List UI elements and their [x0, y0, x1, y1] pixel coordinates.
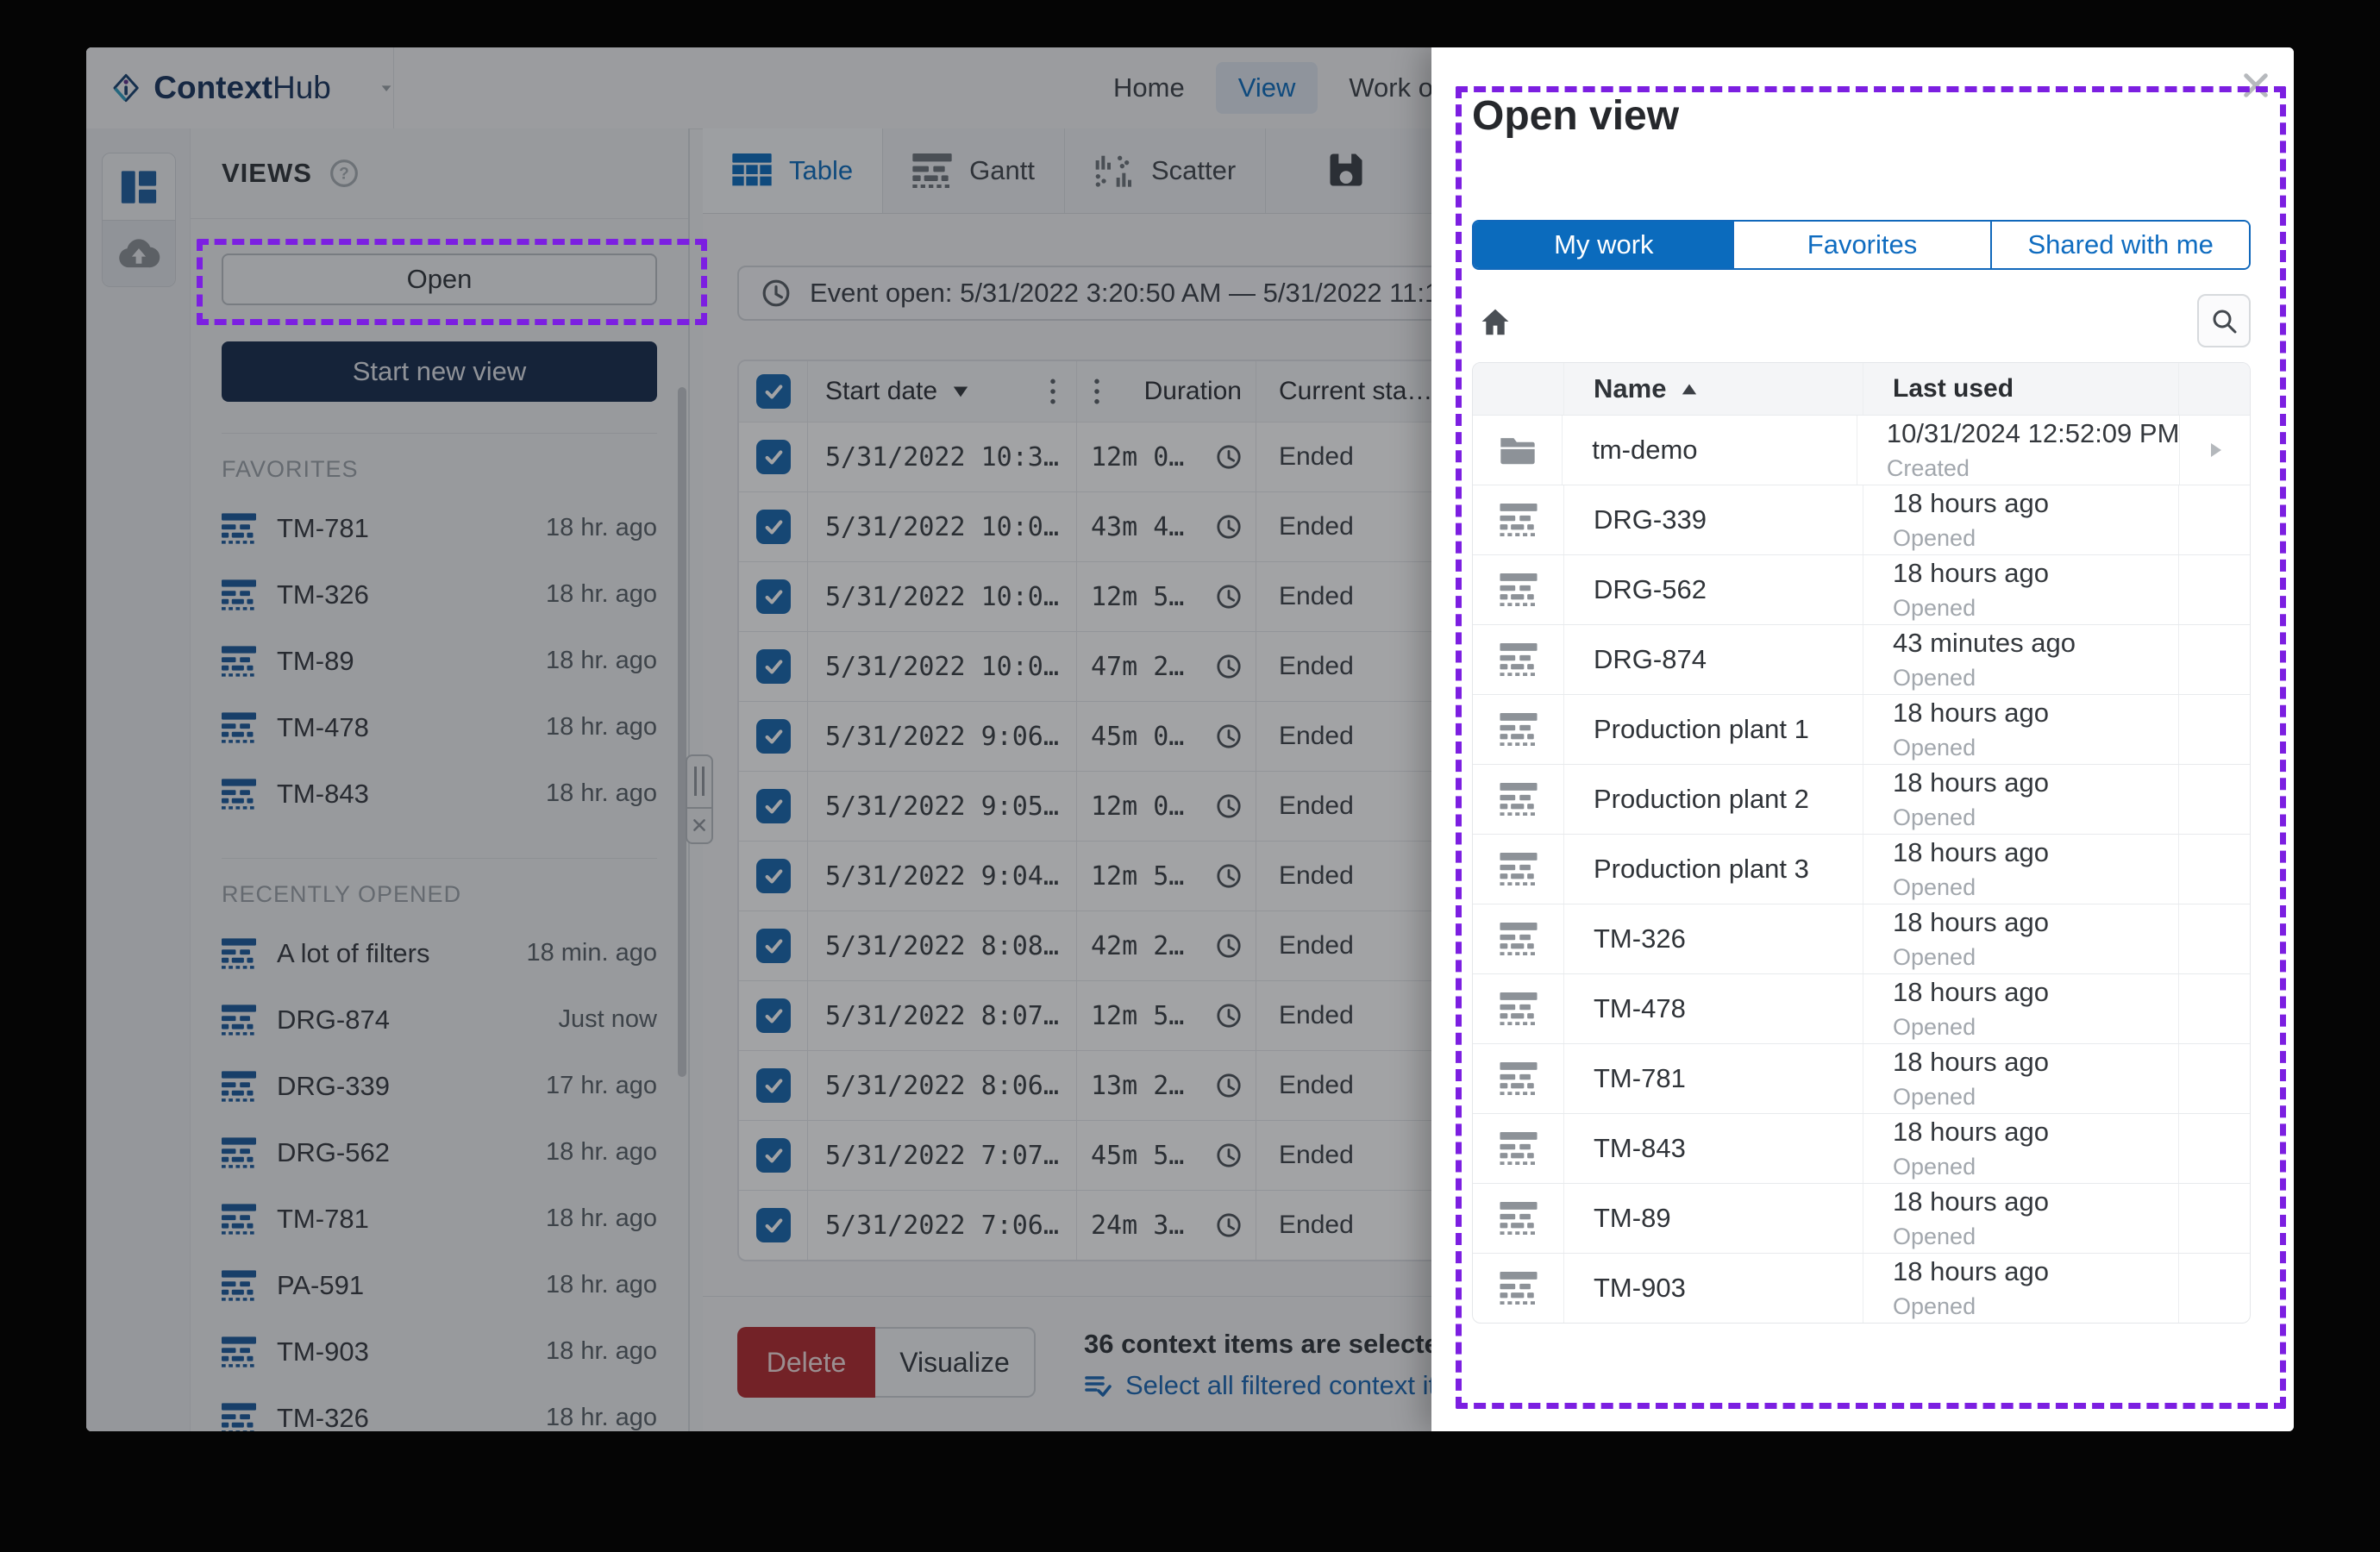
view-name-cell: Production plant 2: [1564, 765, 1863, 834]
view-name-cell: TM-478: [1564, 974, 1863, 1043]
row-icon-cell: [1473, 695, 1564, 764]
modal-view-row[interactable]: TM-781 18 hours ago Opened: [1473, 1043, 2250, 1113]
view-type-icon: [1499, 434, 1537, 466]
row-icon-cell: [1473, 765, 1564, 834]
row-icon-cell: [1473, 904, 1564, 973]
view-type-icon: [1500, 713, 1538, 746]
view-type-icon: [1500, 504, 1538, 536]
view-type-icon: [1500, 853, 1538, 886]
modal-tab[interactable]: Favorites: [1732, 222, 1991, 268]
view-name-cell: DRG-339: [1564, 485, 1863, 554]
row-icon-cell: [1473, 1044, 1564, 1113]
expand-cell: [2180, 416, 2250, 485]
view-name-cell: DRG-874: [1564, 625, 1863, 694]
search-icon: [2210, 307, 2238, 335]
modal-view-row[interactable]: tm-demo 10/31/2024 12:52:09 PM Created: [1473, 415, 2250, 485]
row-icon-cell: [1473, 835, 1564, 904]
last-used-cell: 10/31/2024 12:52:09 PM Created: [1857, 416, 2181, 485]
row-icon-cell: [1473, 974, 1564, 1043]
view-name-cell: TM-326: [1564, 904, 1863, 973]
modal-tab[interactable]: My work: [1474, 222, 1732, 268]
row-icon-cell: [1473, 416, 1563, 485]
row-icon-cell: [1473, 625, 1564, 694]
modal-view-row[interactable]: TM-89 18 hours ago Opened: [1473, 1183, 2250, 1253]
expand-cell: [2179, 1044, 2250, 1113]
modal-views-table: Name Last used tm-d: [1472, 362, 2251, 1324]
sort-asc-icon: [1680, 380, 1699, 397]
modal-title: Open view: [1472, 92, 1679, 140]
view-type-icon: [1500, 643, 1538, 676]
open-view-modal: Open view My work Favorites Shared with …: [1431, 47, 2294, 1431]
expand-cell: [2179, 765, 2250, 834]
modal-view-row[interactable]: DRG-339 18 hours ago Opened: [1473, 485, 2250, 554]
last-used-cell: 18 hours ago Opened: [1863, 765, 2179, 834]
screenshot-stage: ContextHub Home View Work organiz: [0, 0, 2380, 1552]
view-name-cell: TM-843: [1564, 1114, 1863, 1183]
chevron-right-icon[interactable]: [2205, 440, 2226, 460]
modal-tabs: My work Favorites Shared with me: [1472, 220, 2251, 270]
expand-cell: [2179, 904, 2250, 973]
modal-view-row[interactable]: DRG-874 43 minutes ago Opened: [1473, 624, 2250, 694]
view-name-cell: Production plant 3: [1564, 835, 1863, 904]
expand-cell: [2179, 485, 2250, 554]
last-used-cell: 18 hours ago Opened: [1863, 974, 2179, 1043]
app-window: ContextHub Home View Work organiz: [86, 47, 2294, 1431]
expand-cell: [2179, 835, 2250, 904]
last-used-cell: 18 hours ago Opened: [1863, 835, 2179, 904]
row-icon-cell: [1473, 555, 1564, 624]
row-icon-cell: [1473, 1114, 1564, 1183]
last-used-column-header[interactable]: Last used: [1863, 363, 2179, 415]
modal-view-row[interactable]: TM-326 18 hours ago Opened: [1473, 904, 2250, 973]
row-icon-cell: [1473, 1254, 1564, 1323]
home-breadcrumb-icon[interactable]: [1479, 306, 1512, 339]
last-used-cell: 18 hours ago Opened: [1863, 1184, 2179, 1253]
expand-cell: [2179, 555, 2250, 624]
modal-tab[interactable]: Shared with me: [1990, 222, 2249, 268]
last-used-cell: 43 minutes ago Opened: [1863, 625, 2179, 694]
expand-cell: [2179, 1184, 2250, 1253]
expand-cell: [2179, 695, 2250, 764]
view-type-icon: [1500, 923, 1538, 955]
view-name-cell: TM-781: [1564, 1044, 1863, 1113]
expand-cell: [2179, 974, 2250, 1043]
last-used-cell: 18 hours ago Opened: [1863, 485, 2179, 554]
icon-column-header: [1473, 363, 1564, 415]
expand-cell: [2179, 1254, 2250, 1323]
view-name-cell: tm-demo: [1563, 416, 1857, 485]
view-name-cell: Production plant 1: [1564, 695, 1863, 764]
last-used-cell: 18 hours ago Opened: [1863, 1114, 2179, 1183]
modal-table-header: Name Last used: [1473, 363, 2250, 415]
view-type-icon: [1500, 1202, 1538, 1235]
row-icon-cell: [1473, 485, 1564, 554]
modal-view-row[interactable]: TM-843 18 hours ago Opened: [1473, 1113, 2250, 1183]
search-button[interactable]: [2197, 294, 2251, 347]
modal-close-icon[interactable]: [2240, 70, 2271, 101]
view-type-icon: [1500, 1272, 1538, 1305]
modal-view-row[interactable]: Production plant 2 18 hours ago Opened: [1473, 764, 2250, 834]
view-type-icon: [1500, 783, 1538, 816]
modal-view-row[interactable]: TM-903 18 hours ago Opened: [1473, 1253, 2250, 1323]
view-type-icon: [1500, 1062, 1538, 1095]
modal-view-row[interactable]: Production plant 3 18 hours ago Opened: [1473, 834, 2250, 904]
modal-view-row[interactable]: Production plant 1 18 hours ago Opened: [1473, 694, 2250, 764]
row-icon-cell: [1473, 1184, 1564, 1253]
expand-cell: [2179, 1114, 2250, 1183]
name-column-header[interactable]: Name: [1564, 363, 1863, 415]
view-type-icon: [1500, 573, 1538, 606]
view-name-cell: TM-89: [1564, 1184, 1863, 1253]
modal-view-row[interactable]: TM-478 18 hours ago Opened: [1473, 973, 2250, 1043]
last-used-cell: 18 hours ago Opened: [1863, 695, 2179, 764]
expand-cell: [2179, 625, 2250, 694]
modal-view-row[interactable]: DRG-562 18 hours ago Opened: [1473, 554, 2250, 624]
expand-column-header: [2179, 363, 2250, 415]
view-type-icon: [1500, 992, 1538, 1025]
view-name-cell: TM-903: [1564, 1254, 1863, 1323]
last-used-cell: 18 hours ago Opened: [1863, 904, 2179, 973]
last-used-cell: 18 hours ago Opened: [1863, 1254, 2179, 1323]
view-type-icon: [1500, 1132, 1538, 1165]
modal-table-body: tm-demo 10/31/2024 12:52:09 PM Created: [1473, 415, 2250, 1323]
last-used-cell: 18 hours ago Opened: [1863, 1044, 2179, 1113]
view-name-cell: DRG-562: [1564, 555, 1863, 624]
last-used-cell: 18 hours ago Opened: [1863, 555, 2179, 624]
